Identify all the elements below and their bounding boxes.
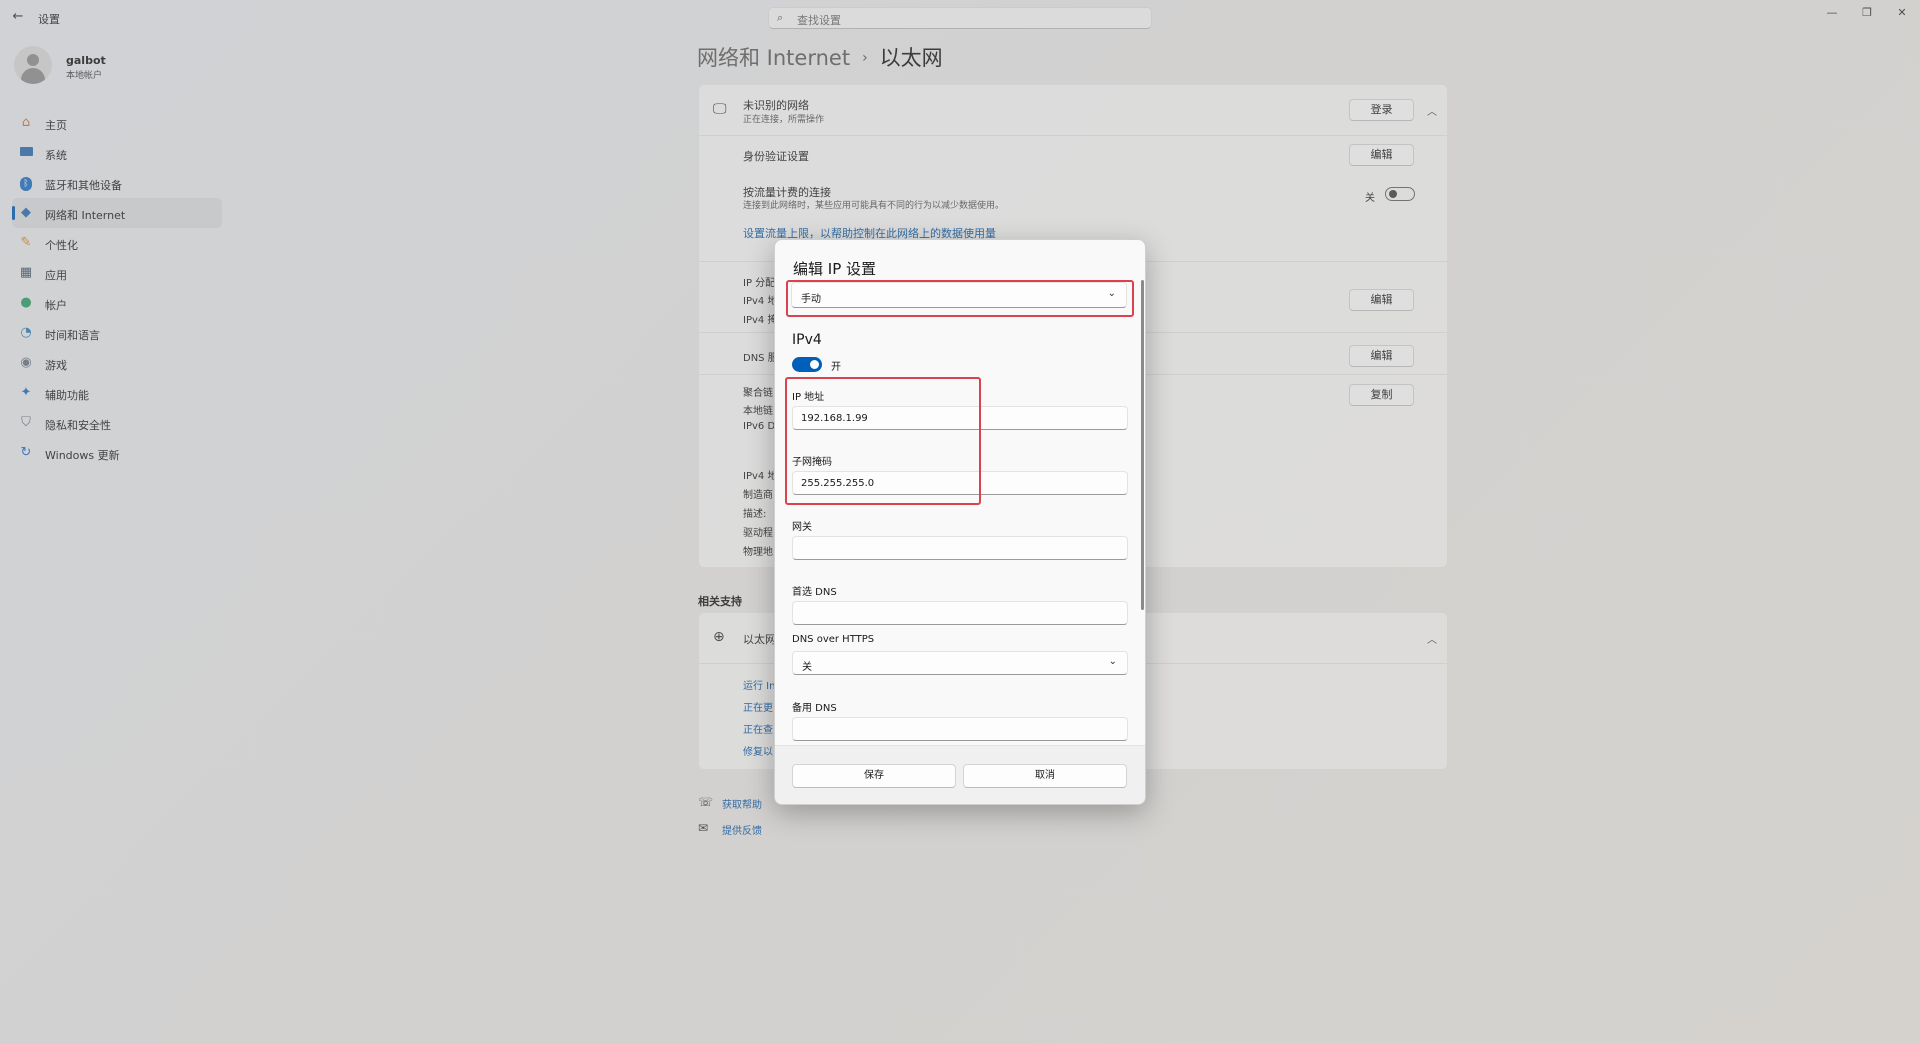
preferred-dns-label: 首选 DNS	[792, 587, 837, 598]
ipv4-toggle[interactable]	[792, 357, 822, 372]
cancel-button[interactable]: 取消	[963, 764, 1127, 788]
alternate-dns-field[interactable]	[792, 717, 1128, 741]
ipv4-toggle-label: 开	[831, 362, 841, 373]
edit-ip-dialog: 编辑 IP 设置 手动 ⌄ IPv4 开 IP 地址 子网掩码 网关 首选 DN…	[774, 239, 1146, 805]
ipv4-heading: IPv4	[792, 332, 822, 348]
chevron-down-icon: ⌄	[1108, 656, 1117, 667]
dialog-footer: 保存 取消	[775, 745, 1145, 804]
alternate-dns-label: 备用 DNS	[792, 703, 837, 714]
preferred-dns-field[interactable]	[792, 601, 1128, 625]
dialog-scrollbar[interactable]	[1141, 280, 1144, 610]
highlight-mode-box	[786, 280, 1134, 317]
doh-value: 关	[802, 662, 812, 673]
doh-label: DNS over HTTPS	[792, 634, 875, 645]
settings-window: ← 设置 ⌕ 查找设置 — ❐ ✕ galbot 本地帐户 ⌂ 主页 系统 ᛒ …	[0, 0, 1920, 1044]
highlight-ip-box	[785, 377, 981, 505]
save-button[interactable]: 保存	[792, 764, 956, 788]
gateway-label: 网关	[792, 522, 812, 533]
gateway-field[interactable]	[792, 536, 1128, 560]
doh-select[interactable]: 关 ⌄	[792, 651, 1128, 675]
dialog-title: 编辑 IP 设置	[793, 260, 877, 278]
